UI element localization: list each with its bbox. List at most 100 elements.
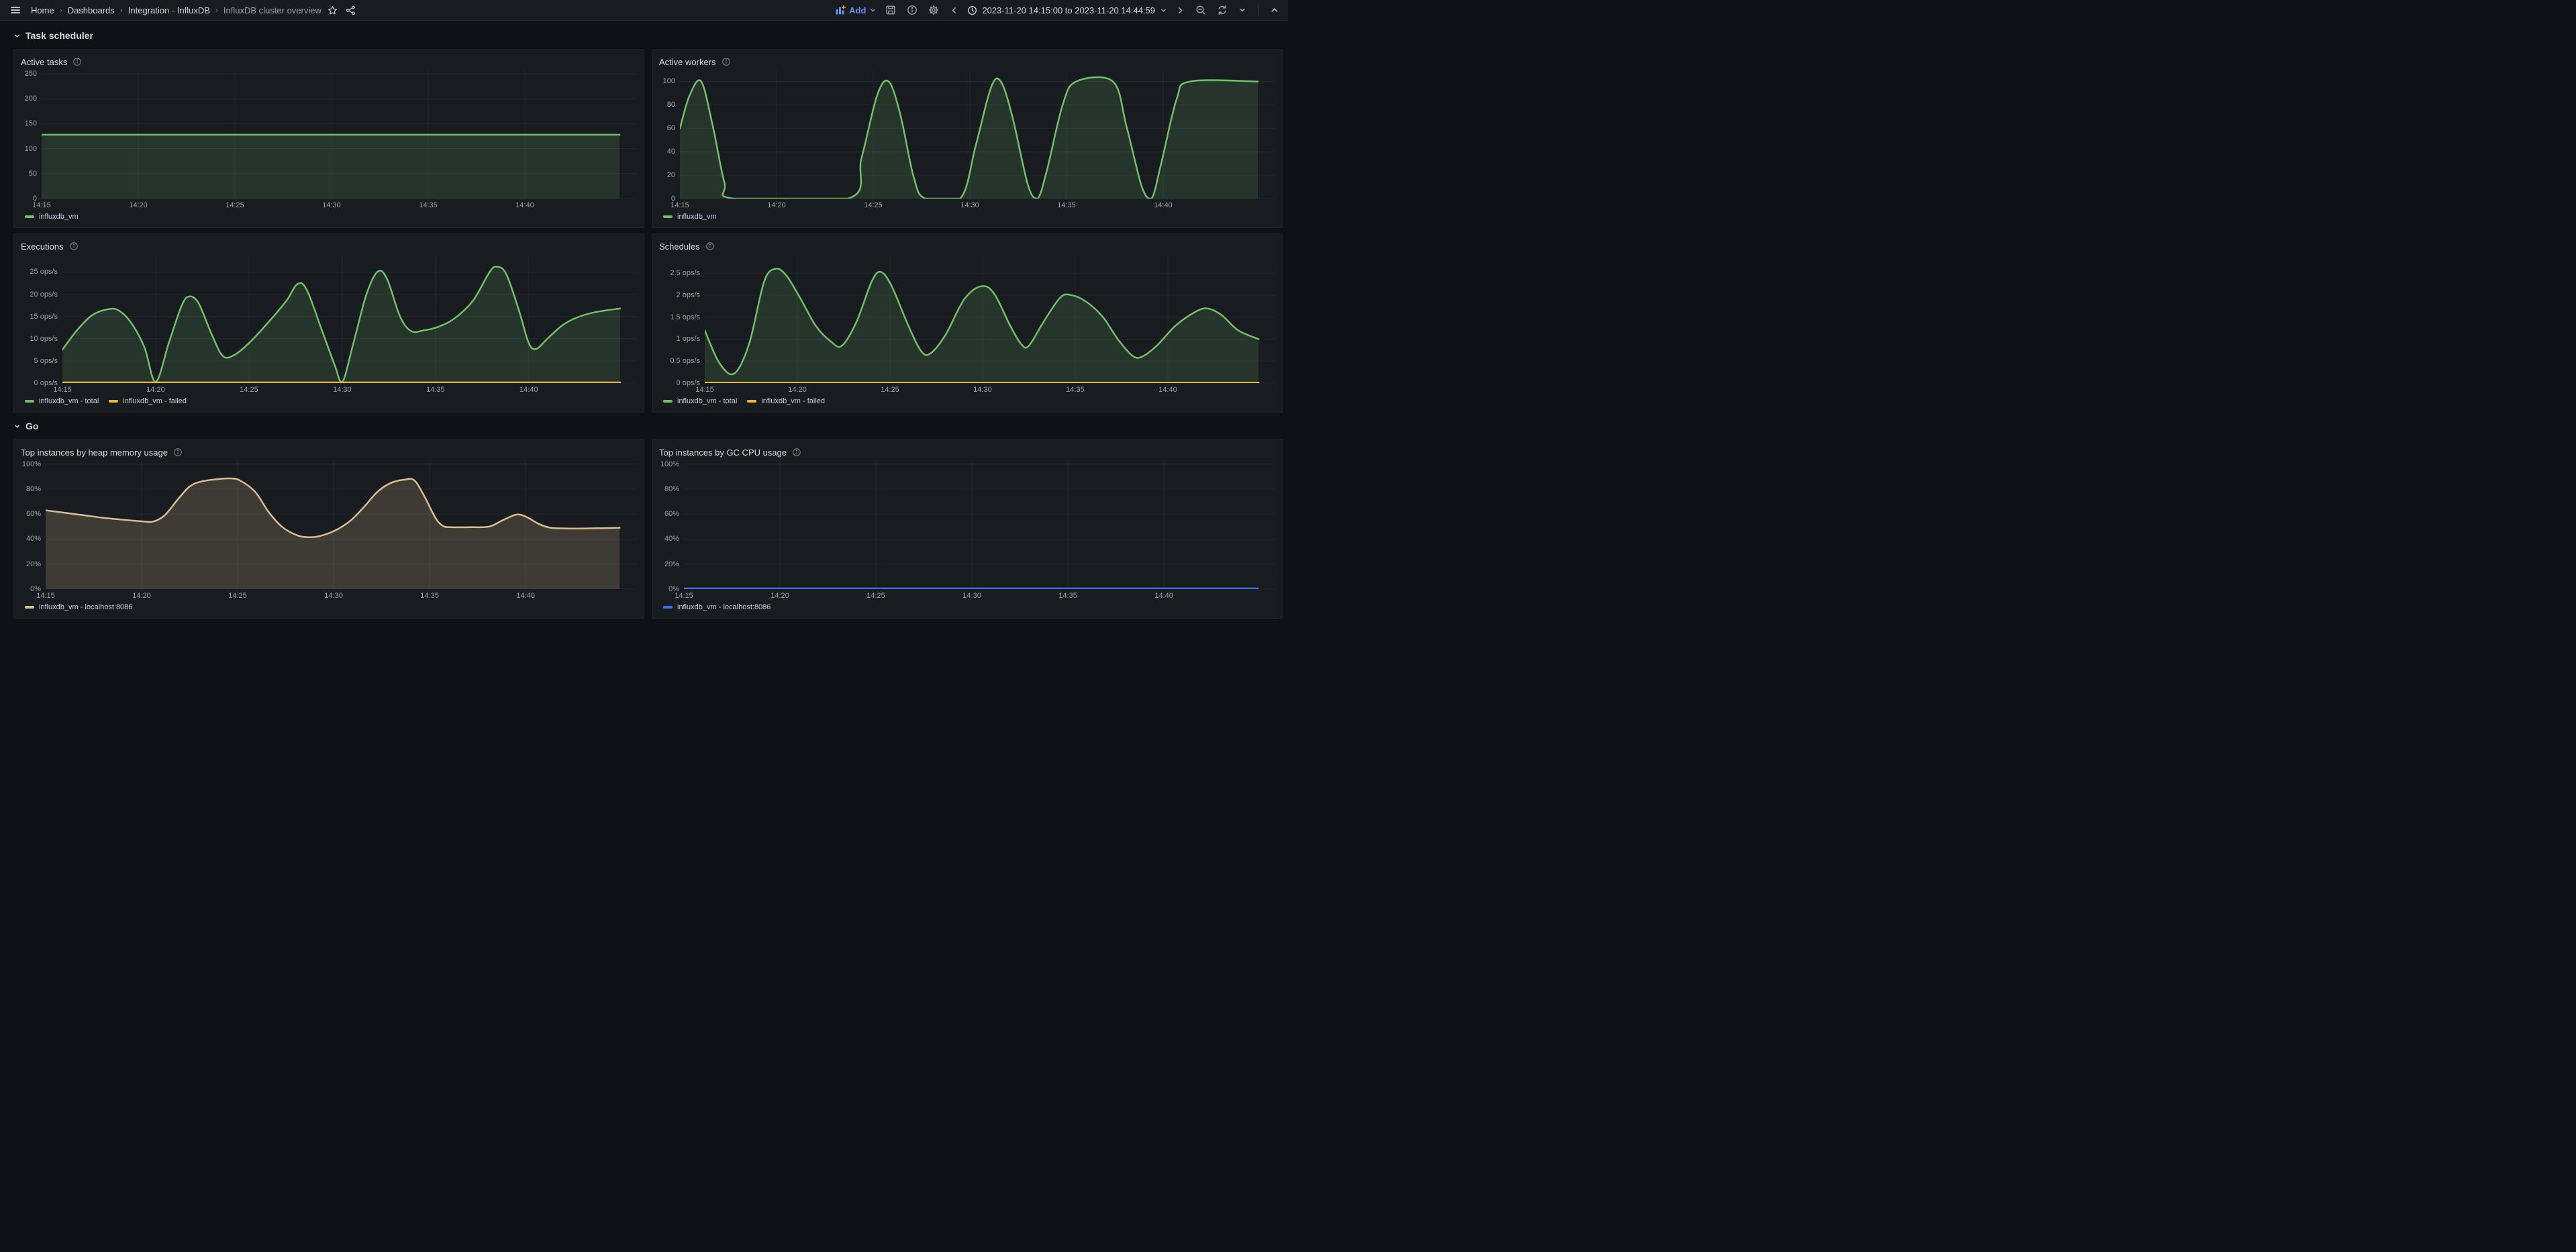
panel-header[interactable]: Active tasks bbox=[21, 54, 637, 70]
panel-title: Executions bbox=[21, 242, 64, 252]
info-icon[interactable] bbox=[72, 57, 82, 66]
y-tick-label: 200 bbox=[25, 95, 37, 103]
refresh-interval-dropdown-icon[interactable] bbox=[1236, 4, 1248, 16]
breadcrumb-folder[interactable]: Integration - InfluxDB bbox=[128, 5, 210, 15]
y-tick-label: 1.5 ops/s bbox=[670, 313, 700, 321]
series-fill bbox=[62, 266, 620, 383]
plot-area[interactable] bbox=[684, 460, 1275, 589]
plot-area[interactable] bbox=[46, 460, 637, 589]
info-icon[interactable] bbox=[792, 448, 801, 457]
favorite-star-icon[interactable] bbox=[326, 3, 340, 17]
info-icon[interactable] bbox=[69, 242, 79, 251]
x-tick-label: 14:40 bbox=[519, 386, 538, 394]
refresh-icon[interactable] bbox=[1215, 3, 1230, 17]
y-tick-label: 25 ops/s bbox=[30, 268, 58, 276]
time-range-label: 2023-11-20 14:15:00 to 2023-11-20 14:44:… bbox=[982, 5, 1155, 15]
legend: influxdb_vm - localhost:8086 bbox=[659, 601, 1275, 614]
time-shift-back-icon[interactable] bbox=[948, 4, 960, 17]
legend-label: influxdb_vm - localhost:8086 bbox=[39, 603, 132, 611]
y-axis: 0 ops/s5 ops/s10 ops/s15 ops/s20 ops/s25… bbox=[21, 254, 62, 383]
info-icon[interactable] bbox=[722, 57, 731, 66]
panel-header[interactable]: Schedules bbox=[659, 238, 1275, 254]
plot-area[interactable] bbox=[62, 254, 637, 383]
y-tick-label: 15 ops/s bbox=[30, 313, 58, 321]
x-tick-label: 14:20 bbox=[771, 592, 789, 600]
legend: influxdb_vm bbox=[21, 210, 637, 223]
legend-item[interactable]: influxdb_vm bbox=[663, 213, 717, 221]
plot-area[interactable] bbox=[680, 70, 1275, 199]
legend-marker bbox=[747, 400, 756, 403]
y-tick-label: 1 ops/s bbox=[677, 335, 700, 343]
x-axis: 14:1514:2014:2514:3014:3514:40 bbox=[684, 589, 1275, 601]
x-tick-label: 14:15 bbox=[53, 386, 72, 394]
x-axis: 14:1514:2014:2514:3014:3514:40 bbox=[42, 199, 637, 210]
y-axis: 0%20%40%60%80%100% bbox=[21, 460, 46, 589]
x-tick-label: 14:40 bbox=[516, 592, 535, 600]
x-tick-label: 14:25 bbox=[866, 592, 885, 600]
breadcrumb-separator: › bbox=[120, 5, 123, 15]
legend-item[interactable]: influxdb_vm - total bbox=[663, 397, 737, 405]
y-tick-label: 10 ops/s bbox=[30, 335, 58, 343]
info-icon[interactable] bbox=[173, 448, 183, 457]
section-task-scheduler: Task scheduler Active tasks 050100150200… bbox=[13, 28, 1283, 413]
panel-title: Active tasks bbox=[21, 57, 67, 67]
legend-label: influxdb_vm - failed bbox=[123, 397, 187, 405]
legend-item[interactable]: influxdb_vm - localhost:8086 bbox=[663, 603, 771, 611]
panel-row: Active tasks 050100150200250 14:1514:201… bbox=[13, 49, 1283, 228]
legend-label: influxdb_vm bbox=[677, 213, 717, 221]
y-tick-label: 20 ops/s bbox=[30, 291, 58, 299]
chart-area: 0%20%40%60%80%100% bbox=[659, 460, 1275, 589]
y-tick-label: 250 bbox=[25, 70, 37, 78]
add-panel-button[interactable]: Add bbox=[835, 5, 877, 15]
breadcrumb-separator: › bbox=[215, 5, 218, 15]
panel-header[interactable]: Top instances by heap memory usage bbox=[21, 444, 637, 460]
y-tick-label: 80% bbox=[664, 485, 679, 493]
panel-title: Top instances by heap memory usage bbox=[21, 448, 168, 458]
x-tick-label: 14:35 bbox=[1066, 386, 1085, 394]
x-tick-label: 14:25 bbox=[864, 201, 883, 209]
time-shift-forward-icon[interactable] bbox=[1174, 4, 1187, 17]
chevron-down-icon bbox=[1160, 7, 1167, 14]
dashboard-settings-icon[interactable] bbox=[926, 3, 941, 17]
y-tick-label: 20% bbox=[26, 560, 41, 568]
panel-header[interactable]: Top instances by GC CPU usage bbox=[659, 444, 1275, 460]
x-tick-label: 14:15 bbox=[32, 201, 51, 209]
save-dashboard-icon[interactable] bbox=[883, 3, 898, 17]
legend-item[interactable]: influxdb_vm bbox=[25, 213, 79, 221]
collapse-nav-caret-up-icon[interactable] bbox=[1268, 3, 1281, 17]
plot-area[interactable] bbox=[705, 254, 1275, 383]
series-fill bbox=[42, 135, 620, 199]
breadcrumb-separator: › bbox=[60, 5, 62, 15]
dashboard-insights-icon[interactable] bbox=[905, 3, 920, 17]
x-tick-label: 14:15 bbox=[36, 592, 55, 600]
legend-item[interactable]: influxdb_vm - failed bbox=[109, 397, 187, 405]
y-tick-label: 2 ops/s bbox=[677, 291, 700, 299]
x-axis: 14:1514:2014:2514:3014:3514:40 bbox=[680, 199, 1275, 210]
section-header-task-scheduler[interactable]: Task scheduler bbox=[13, 28, 1283, 44]
y-tick-label: 0.5 ops/s bbox=[670, 357, 700, 365]
legend-item[interactable]: influxdb_vm - localhost:8086 bbox=[25, 603, 132, 611]
legend-marker bbox=[663, 400, 673, 403]
y-tick-label: 100 bbox=[663, 77, 675, 85]
legend-item[interactable]: influxdb_vm - total bbox=[25, 397, 99, 405]
panel-header[interactable]: Executions bbox=[21, 238, 637, 254]
share-icon[interactable] bbox=[344, 3, 358, 17]
y-tick-label: 100 bbox=[25, 145, 37, 153]
menu-icon[interactable] bbox=[8, 3, 23, 17]
section-header-go[interactable]: Go bbox=[13, 418, 1283, 434]
zoom-out-time-icon[interactable] bbox=[1193, 3, 1208, 17]
legend-label: influxdb_vm - failed bbox=[761, 397, 825, 405]
section-title: Task scheduler bbox=[26, 30, 93, 41]
legend-marker bbox=[663, 215, 673, 218]
plot-area[interactable] bbox=[42, 70, 637, 199]
time-range-picker[interactable]: 2023-11-20 14:15:00 to 2023-11-20 14:44:… bbox=[967, 5, 1167, 15]
breadcrumb-dashboards[interactable]: Dashboards bbox=[68, 5, 115, 15]
x-tick-label: 14:30 bbox=[322, 201, 341, 209]
x-tick-label: 14:35 bbox=[426, 386, 445, 394]
x-tick-label: 14:25 bbox=[240, 386, 258, 394]
panel-header[interactable]: Active workers bbox=[659, 54, 1275, 70]
breadcrumb-home[interactable]: Home bbox=[31, 5, 54, 15]
info-icon[interactable] bbox=[705, 242, 715, 251]
legend-item[interactable]: influxdb_vm - failed bbox=[747, 397, 825, 405]
chart-area: 020406080100 bbox=[659, 70, 1275, 199]
